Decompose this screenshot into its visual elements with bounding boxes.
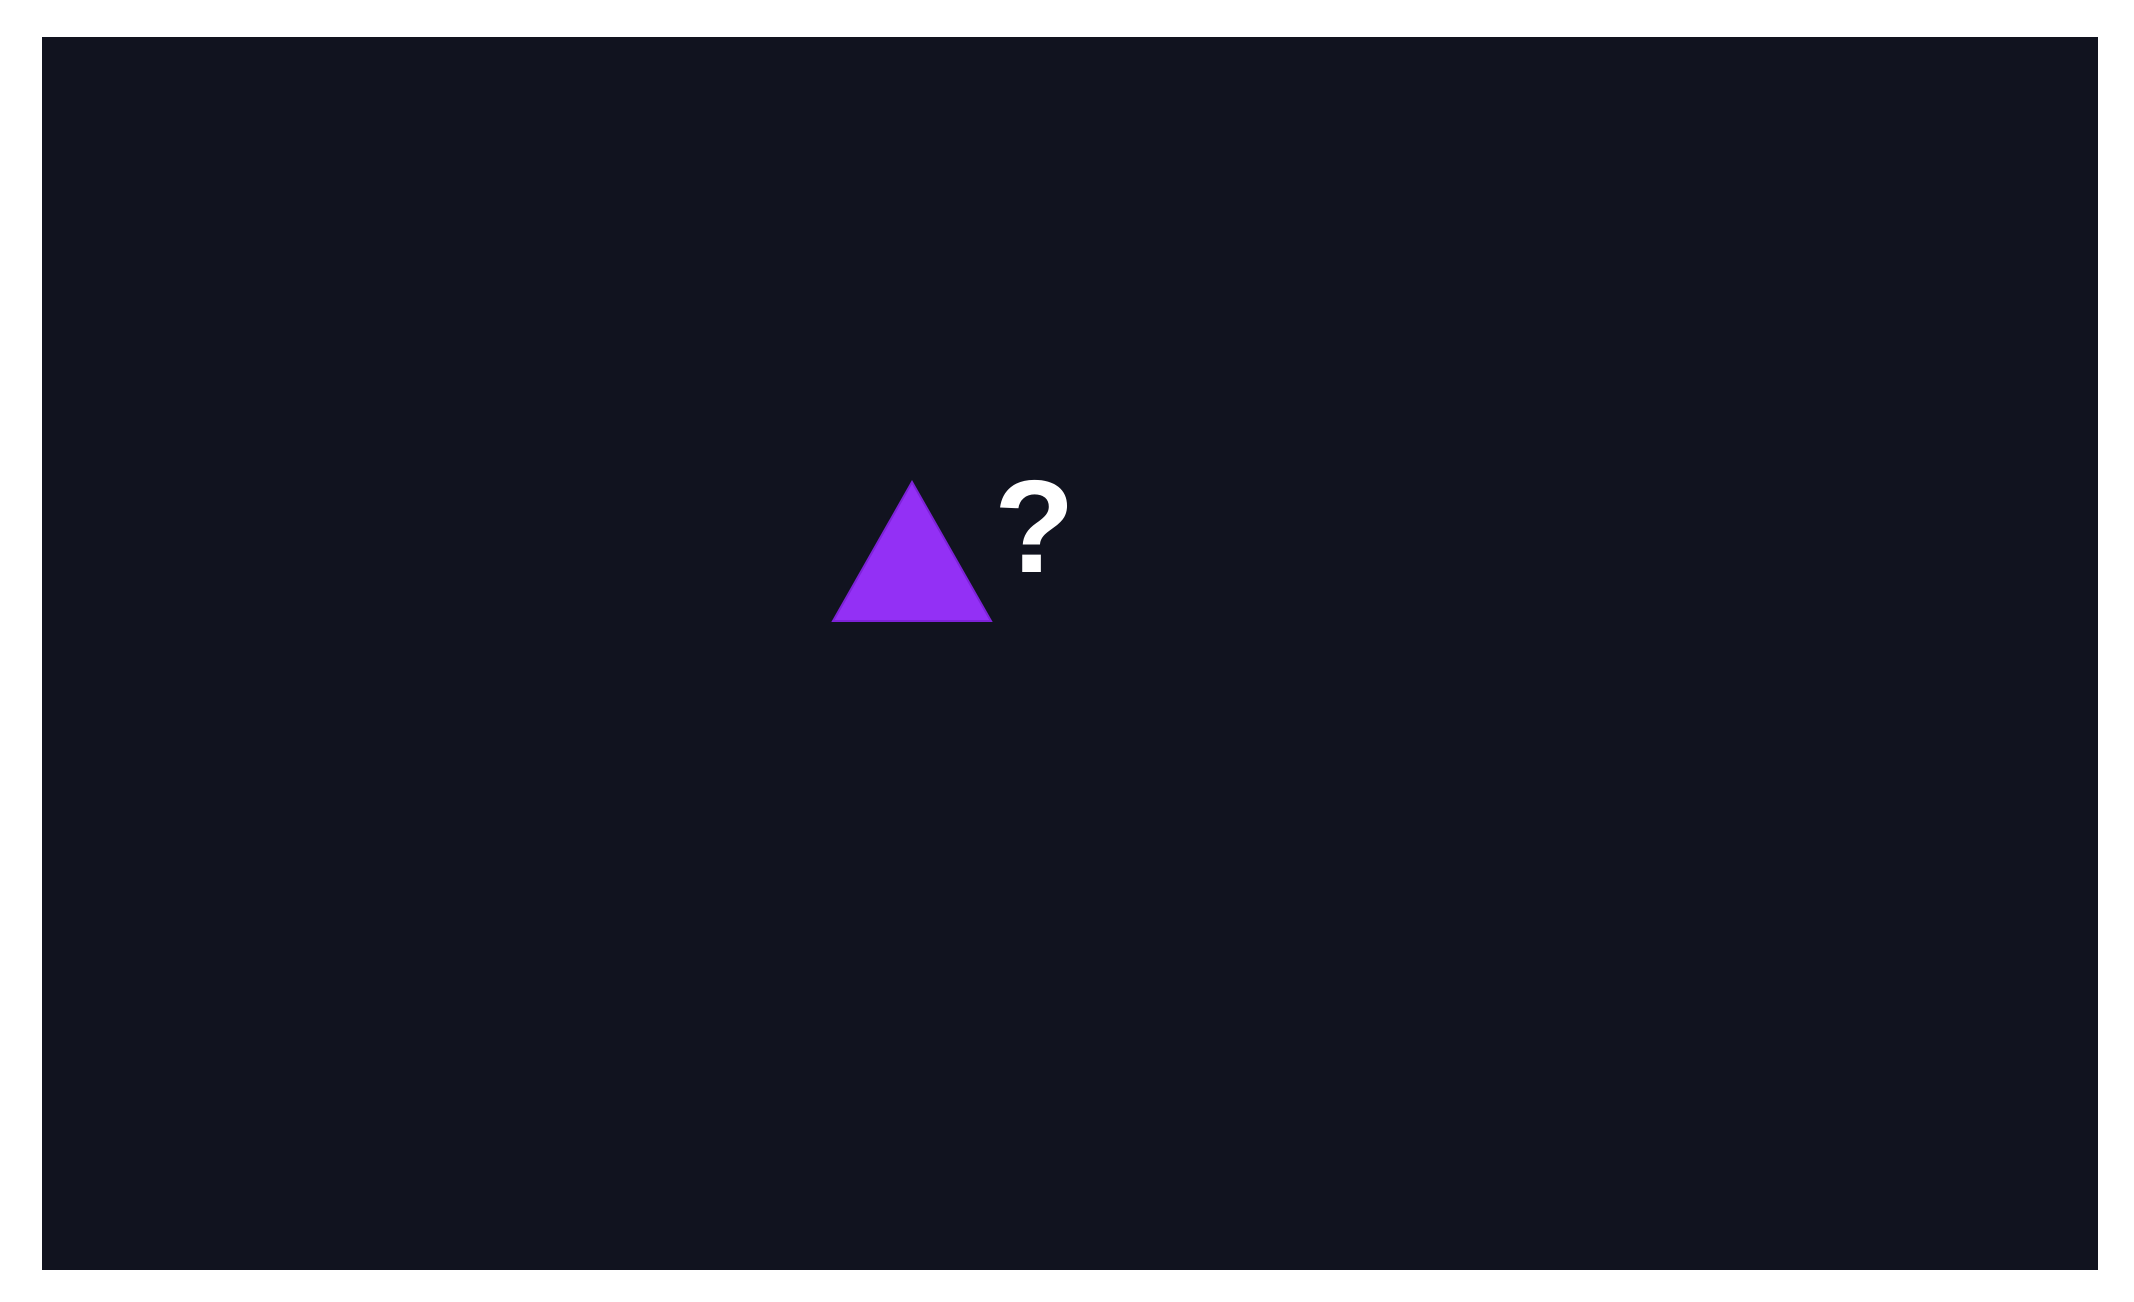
game-canvas[interactable]: ? [42, 37, 2098, 1270]
triangle-shape [831, 480, 993, 622]
question-mark: ? [994, 453, 1075, 600]
triangle-icon[interactable] [831, 480, 993, 625]
